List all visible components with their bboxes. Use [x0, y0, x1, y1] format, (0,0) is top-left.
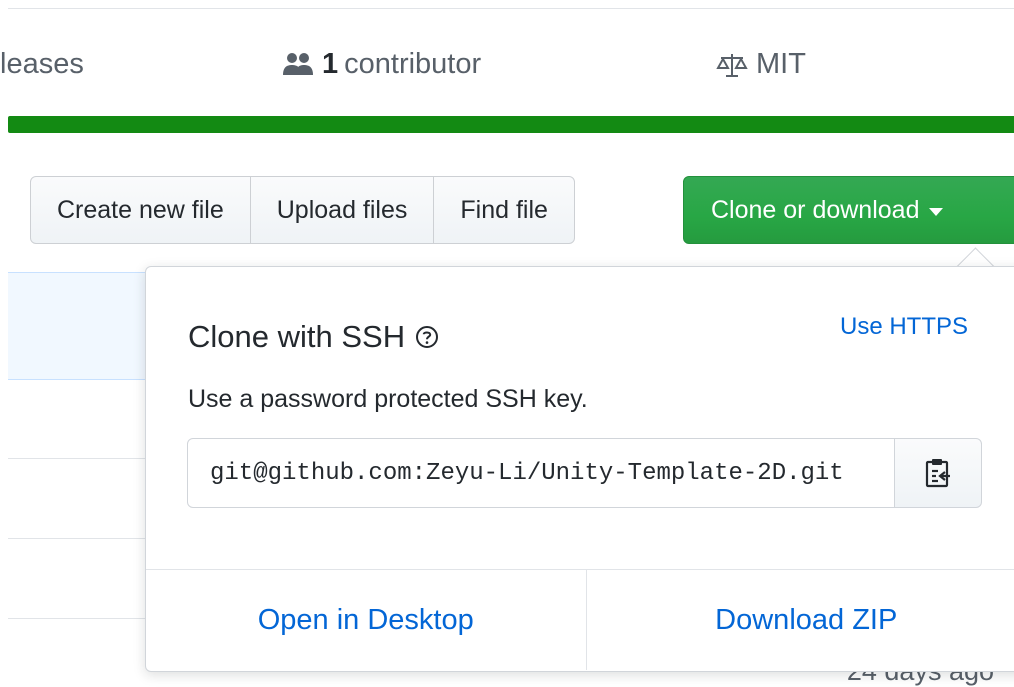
copy-url-button[interactable] [894, 438, 982, 508]
contributors-label: contributor [344, 48, 481, 81]
releases-link[interactable]: leases [0, 48, 84, 81]
top-divider [8, 8, 1014, 9]
popover-footer: Open in Desktop Download ZIP [146, 570, 1014, 670]
repo-summary: leases 1 contributor MIT [0, 40, 1014, 96]
clone-title: Clone with SSH [188, 319, 439, 355]
commit-header [8, 272, 168, 380]
contributors-link[interactable]: 1 contributor [282, 48, 481, 81]
use-https-link[interactable]: Use HTTPS [840, 313, 968, 341]
clone-title-text: Clone with SSH [188, 319, 405, 355]
license-link[interactable]: MIT [716, 48, 806, 81]
clone-url-group [187, 438, 982, 508]
law-icon [716, 49, 748, 81]
license-label: MIT [756, 48, 806, 81]
clone-description: Use a password protected SSH key. [188, 385, 588, 414]
language-bar[interactable] [8, 116, 1014, 133]
releases-label: leases [0, 48, 84, 81]
contributors-count: 1 [322, 48, 338, 81]
download-zip-button[interactable]: Download ZIP [587, 570, 1014, 670]
clone-popover: Clone with SSH Use HTTPS Use a password … [145, 266, 1014, 672]
file-row-divider [8, 618, 168, 619]
question-icon[interactable] [415, 325, 439, 349]
people-icon [282, 49, 314, 81]
file-row-divider [8, 538, 168, 539]
find-file-button[interactable]: Find file [433, 176, 575, 244]
create-new-file-button[interactable]: Create new file [30, 176, 251, 244]
clippy-icon [923, 457, 953, 489]
file-actions-group: Create new file Upload files Find file [30, 176, 575, 244]
clone-or-download-label: Clone or download [711, 196, 919, 225]
clone-url-input[interactable] [187, 438, 895, 508]
upload-files-button[interactable]: Upload files [250, 176, 435, 244]
clone-or-download-button[interactable]: Clone or download [683, 176, 1014, 244]
caret-down-icon [929, 208, 943, 216]
file-row-divider [8, 458, 168, 459]
open-in-desktop-button[interactable]: Open in Desktop [146, 570, 587, 670]
